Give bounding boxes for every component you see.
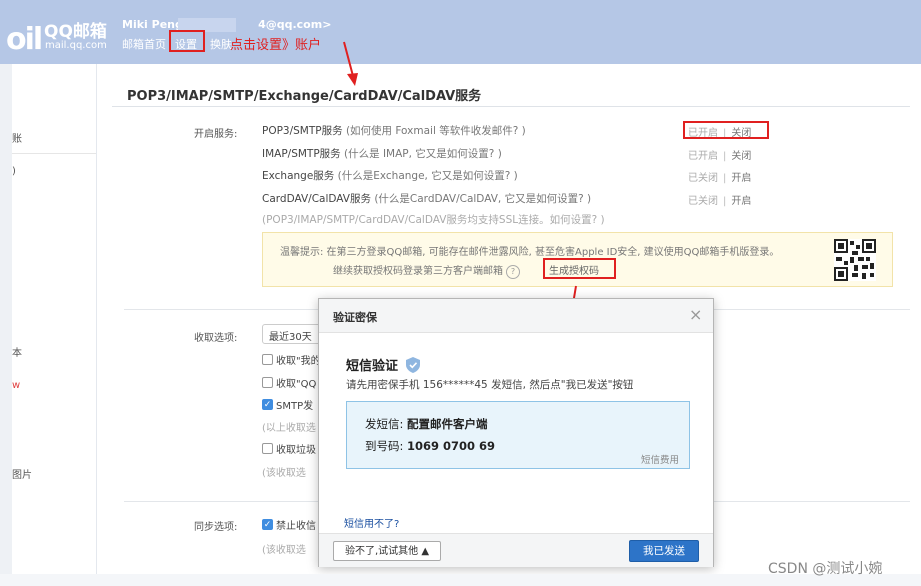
tip-text: 温馨提示: 在第三方登录QQ邮箱, 可能存在邮件泄露风险, 甚至危害Apple … bbox=[280, 247, 780, 258]
sidebar-divider bbox=[12, 153, 96, 154]
dialog-header: 验证密保 × bbox=[319, 299, 713, 333]
receive-note: (该收取选 bbox=[262, 468, 306, 479]
sms-instructions: 请先用密保手机 156******45 发短信, 然后点"我已发送"按钮 bbox=[346, 379, 634, 391]
dialog-footer: 验不了,试试其他 ▲ 我已发送 bbox=[319, 533, 713, 567]
sms-info-box: 发短信: 配置邮件客户端 到号码: 1069 0700 69 短信费用 bbox=[346, 401, 690, 469]
toggle-exchange-link[interactable]: 开启 bbox=[731, 173, 751, 184]
checkbox-icon[interactable] bbox=[262, 443, 273, 454]
status-imap: 已开启 | 关闭 bbox=[688, 151, 752, 162]
arrow-down-icon bbox=[343, 41, 358, 86]
sms-number-row: 到号码: 1069 0700 69 bbox=[365, 439, 496, 453]
logo-mark: oil bbox=[6, 22, 43, 57]
receive-option[interactable]: 收取垃圾 bbox=[262, 441, 316, 456]
checkbox-checked-icon[interactable]: ✓ bbox=[262, 399, 273, 410]
generate-auth-code-link[interactable]: 生成授权码 bbox=[549, 262, 599, 277]
status-exchange: 已关闭 | 开启 bbox=[688, 173, 752, 184]
nav-home-link[interactable]: 邮箱首页 bbox=[122, 36, 166, 52]
section-title: POP3/IMAP/SMTP/Exchange/CardDAV/CalDAV服务 bbox=[127, 89, 482, 104]
checkbox-icon[interactable] bbox=[262, 354, 273, 365]
i-have-sent-button[interactable]: 我已发送 bbox=[629, 540, 699, 562]
help-question-icon[interactable]: ? bbox=[506, 265, 520, 279]
annotation-click-settings: 点击设置》账户 bbox=[230, 38, 322, 53]
sidebar-fragment[interactable]: w bbox=[12, 380, 20, 391]
receive-option[interactable]: 收取"我的 bbox=[262, 352, 321, 367]
sms-verify-title: 短信验证 bbox=[346, 355, 421, 374]
qr-code-icon bbox=[834, 239, 876, 281]
ssl-note[interactable]: (POP3/IMAP/SMTP/CardDAV/CalDAV服务均支持SSL连接… bbox=[262, 212, 605, 227]
service-row-pop3: POP3/SMTP服务 (如何使用 Foxmail 等软件收发邮件? ) bbox=[262, 125, 526, 137]
receive-options-label: 收取选项: bbox=[194, 333, 238, 344]
checkbox-checked-icon[interactable]: ✓ bbox=[262, 519, 273, 530]
toggle-imap-link[interactable]: 关闭 bbox=[731, 151, 751, 162]
sidebar-fragment[interactable]: ) bbox=[12, 166, 16, 177]
sync-option[interactable]: ✓ 禁止收信 bbox=[262, 517, 316, 532]
sidebar-fragment[interactable]: 图片 bbox=[12, 466, 32, 481]
dialog-title: 验证密保 bbox=[333, 311, 377, 324]
tip-text-2: 继续获取授权码登录第三方客户端邮箱? bbox=[333, 262, 523, 279]
checkbox-icon[interactable] bbox=[262, 377, 273, 388]
service-row-exchange: Exchange服务 (什么是Exchange, 它又是如何设置? ) bbox=[262, 170, 518, 182]
nav-skin-link[interactable]: 换肤 bbox=[210, 36, 232, 52]
status-carddav: 已关闭 | 开启 bbox=[688, 196, 752, 207]
sidebar-fragment[interactable]: 本 bbox=[12, 344, 22, 359]
close-icon[interactable]: × bbox=[689, 305, 702, 324]
sms-unavailable-link[interactable]: 短信用不了? bbox=[344, 515, 399, 530]
sms-content-row: 发短信: 配置邮件客户端 bbox=[365, 417, 488, 431]
logo-name: QQ邮箱 bbox=[44, 22, 107, 42]
header-bar: oil QQ邮箱 mail.qq.com Miki Peng< 4@qq.com>… bbox=[0, 0, 921, 64]
sidebar bbox=[12, 64, 97, 574]
receive-range-select[interactable]: 最近30天 bbox=[262, 324, 326, 344]
sync-note: (该收取选 bbox=[262, 545, 306, 556]
pop3-highlight-box bbox=[683, 121, 769, 139]
watermark: CSDN @测试小婉 bbox=[768, 561, 883, 577]
sync-options-label: 同步选项: bbox=[194, 522, 238, 533]
shield-icon bbox=[406, 356, 421, 373]
left-edge bbox=[0, 0, 12, 586]
verify-security-dialog: 验证密保 × 短信验证 请先用密保手机 156******45 发短信, 然后点… bbox=[318, 298, 714, 567]
section-divider bbox=[112, 106, 910, 107]
try-other-method-button[interactable]: 验不了,试试其他 ▲ bbox=[333, 541, 441, 561]
sms-fee-link[interactable]: 短信费用 bbox=[641, 452, 679, 466]
receive-option[interactable]: ✓ SMTP发 bbox=[262, 397, 313, 412]
logo-domain: mail.qq.com bbox=[45, 40, 107, 51]
sidebar-fragment[interactable]: 账 bbox=[12, 130, 22, 145]
service-row-imap: IMAP/SMTP服务 (什么是 IMAP, 它又是如何设置? ) bbox=[262, 148, 502, 160]
toggle-carddav-link[interactable]: 开启 bbox=[731, 196, 751, 207]
receive-note: (以上收取选 bbox=[262, 423, 316, 434]
receive-option[interactable]: 收取"QQ bbox=[262, 375, 316, 390]
service-row-carddav: CardDAV/CalDAV服务 (什么是CardDAV/CalDAV, 它又是… bbox=[262, 193, 592, 205]
enable-services-label: 开启服务: bbox=[194, 129, 238, 140]
settings-highlight-box bbox=[169, 30, 205, 52]
